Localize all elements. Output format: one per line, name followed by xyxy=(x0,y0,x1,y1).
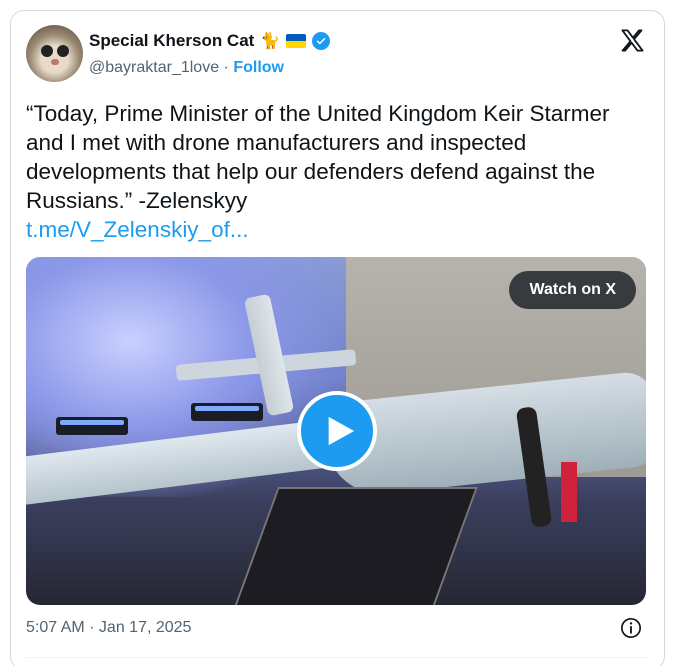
equipment-case xyxy=(234,487,478,605)
handle-separator: · xyxy=(223,59,229,76)
author-name[interactable]: Special Kherson Cat xyxy=(89,31,254,51)
avatar-eye-left xyxy=(41,45,53,57)
x-logo-icon[interactable] xyxy=(619,27,646,54)
ukraine-flag-icon xyxy=(286,34,307,48)
stage-light xyxy=(56,417,128,435)
verified-badge-icon[interactable] xyxy=(312,32,331,50)
drone-red-tag xyxy=(561,462,577,522)
cat-emoji: 🐈 xyxy=(260,33,281,50)
author-handle[interactable]: @bayraktar_1love xyxy=(89,59,219,76)
avatar-nose xyxy=(51,59,59,65)
play-icon xyxy=(328,416,355,446)
tweet-body: “Today, Prime Minister of the United Kin… xyxy=(26,101,610,213)
stage-light xyxy=(191,403,263,421)
play-button[interactable] xyxy=(297,391,377,471)
avatar[interactable] xyxy=(26,25,83,82)
tweet-timestamp[interactable]: 5:07 AM · Jan 17, 2025 xyxy=(26,619,191,637)
info-icon[interactable] xyxy=(620,617,642,639)
author-handle-row: @bayraktar_1love · Follow xyxy=(89,59,284,77)
tweet-link[interactable]: t.me/V_Zelenskiy_of... xyxy=(26,215,646,244)
footer-divider xyxy=(26,657,649,658)
tweet-card: Special Kherson Cat 🐈 @bayraktar_1love ·… xyxy=(10,10,665,666)
avatar-eye-right xyxy=(57,45,69,57)
video-media[interactable]: Watch on X xyxy=(26,257,646,605)
tweet-text-block: “Today, Prime Minister of the United Kin… xyxy=(26,99,646,244)
author-name-row: Special Kherson Cat 🐈 xyxy=(89,31,331,51)
watch-on-x-button[interactable]: Watch on X xyxy=(509,271,636,309)
follow-button[interactable]: Follow xyxy=(233,59,284,76)
